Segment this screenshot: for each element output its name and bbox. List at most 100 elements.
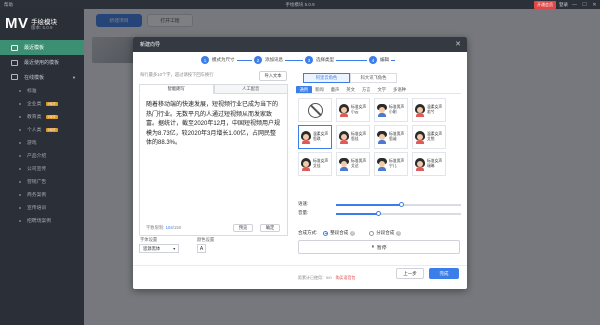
- avatar-icon: [339, 103, 349, 117]
- char-count-max: /150: [172, 225, 182, 230]
- prohibited-icon: [307, 102, 323, 118]
- sidebar-item-recent-used[interactable]: 最近使用的模板: [0, 55, 84, 70]
- mode-segment-label[interactable]: 分段合成: [376, 230, 394, 236]
- sub-item-label: 商务案例: [27, 193, 47, 198]
- voice-card[interactable]: 标准男声 艾达: [336, 152, 370, 176]
- tab-label: 阿里云角色: [315, 75, 338, 80]
- minimize-button[interactable]: —: [571, 2, 578, 8]
- voice-name: 标准男声 艾达: [351, 159, 367, 168]
- grid-icon: [11, 44, 18, 51]
- voice-name: 标准女声 小云: [351, 105, 367, 114]
- char-count-current: 104: [165, 225, 173, 230]
- mode-whole-label[interactable]: 整段合成: [330, 230, 348, 236]
- usage-text: 距累计已使用：0/0: [298, 275, 332, 280]
- divider: [296, 93, 461, 94]
- login-button[interactable]: 登录: [559, 2, 568, 8]
- buy-voice-link[interactable]: 购买语音包: [336, 275, 356, 281]
- sidebar-item-label: 最近模板: [24, 45, 45, 51]
- preview-label: 预览: [238, 225, 248, 230]
- voice-card[interactable]: 标准男声 思诚: [374, 125, 408, 149]
- close-window-button[interactable]: ✕: [591, 2, 598, 8]
- color-setting-label: 颜色设置: [197, 237, 215, 242]
- speed-slider[interactable]: 语速:: [298, 201, 461, 207]
- voice-card[interactable]: 标准女声 小云: [336, 98, 370, 122]
- maximize-button[interactable]: ☐: [581, 2, 588, 8]
- window-title: 手绘模块 5.0.9: [285, 1, 315, 7]
- volume-track[interactable]: [336, 211, 461, 216]
- char-count-label: 字数限制:: [146, 225, 165, 230]
- sidebar-sub-item[interactable]: 公司宣传: [0, 162, 84, 175]
- script-text[interactable]: 随着移动端的快速发展，短视频行业已成为当下的热门行业。无数平凡的人通过短视频从而…: [140, 94, 287, 156]
- sidebar-group-online[interactable]: 在线模板 ▼: [0, 70, 84, 84]
- tab-smart-read[interactable]: 智能朗写: [139, 84, 214, 94]
- voice-card[interactable]: 标准女声 艾佳: [298, 152, 332, 176]
- sub-item-label: 企业类: [27, 102, 42, 107]
- avatar-icon: [377, 130, 387, 144]
- voice-name: 温柔女声 思琪: [313, 132, 329, 141]
- tab-label: 人工配音: [242, 86, 260, 91]
- usage-note: 距累计已使用：0/0 购买语音包: [298, 275, 356, 281]
- tab-label: 智能朗写: [167, 86, 185, 91]
- sidebar-item-recent[interactable]: 最近模板: [0, 40, 84, 55]
- preview-button[interactable]: 预览: [233, 224, 253, 232]
- font-setting-label: 字体设置: [140, 237, 158, 242]
- text-mode-tabs: 智能朗写 人工配音: [139, 84, 288, 94]
- voice-card[interactable]: 标准男声 宁儿: [374, 152, 408, 176]
- no-voice-option[interactable]: [298, 98, 332, 122]
- prev-step-button[interactable]: 上一步: [396, 268, 424, 279]
- tab-human-voice[interactable]: 人工配音: [213, 84, 288, 94]
- sidebar-sub-item[interactable]: 标准: [0, 84, 84, 97]
- voice-card[interactable]: 标准女声 思佳: [336, 125, 370, 149]
- sidebar-sub-item[interactable]: 企业类 HOT: [0, 97, 84, 110]
- speed-track[interactable]: [336, 202, 461, 207]
- volume-handle[interactable]: [376, 211, 381, 216]
- voice-card[interactable]: 标准男声 小刚: [374, 98, 408, 122]
- hot-badge: HOT: [46, 127, 58, 132]
- voice-card[interactable]: 温柔女声 艾悦: [412, 125, 446, 149]
- sidebar-sub-item[interactable]: 宣传培训: [0, 201, 84, 214]
- script-textarea[interactable]: 随着移动端的快速发展，短视频行业已成为当下的热门行业。无数平凡的人通过短视频从而…: [139, 94, 288, 236]
- sidebar: MV 手绘模块 版本: 5.0.9 最近模板 最近使用的模板 在线模板 ▼ 标准…: [0, 9, 84, 325]
- confirm-button[interactable]: 确定: [260, 224, 280, 232]
- pause-button[interactable]: ⏸ 暂停: [298, 240, 460, 254]
- radio-whole[interactable]: [323, 230, 329, 236]
- volume-slider[interactable]: 音量:: [298, 210, 461, 216]
- step-4: 4 编辑: [367, 56, 391, 64]
- step-label: 选择类型: [316, 57, 334, 62]
- font-select[interactable]: 思源黑体 ▼: [139, 244, 179, 253]
- help-icon[interactable]: ?: [396, 230, 402, 236]
- step-1: 1 模式为尺寸: [199, 56, 237, 64]
- finish-button[interactable]: 完成: [429, 268, 459, 279]
- voice-card[interactable]: 温柔女声 若兮: [412, 98, 446, 122]
- close-icon[interactable]: ✕: [455, 40, 461, 48]
- sidebar-sub-item[interactable]: 产品介绍: [0, 149, 84, 162]
- radio-segment[interactable]: [369, 230, 375, 236]
- tab-label: 科大讯飞角色: [360, 75, 387, 80]
- sub-item-label: 个人类: [27, 128, 42, 133]
- hot-badge: HOT: [46, 101, 58, 106]
- sidebar-sub-item[interactable]: 个人类 HOT: [0, 123, 84, 136]
- avatar-icon: [377, 157, 387, 171]
- input-hint: 每行最多10个字，超过请按下回车换行: [140, 72, 214, 77]
- sidebar-sub-item[interactable]: 教育类 HOT: [0, 110, 84, 123]
- sidebar-sub-item[interactable]: 招聘场案例: [0, 214, 84, 227]
- vip-button[interactable]: 开通会员: [534, 0, 556, 9]
- voice-card[interactable]: 温柔女声 思琪: [298, 125, 332, 149]
- voice-name: 温柔女声 若兮: [427, 105, 443, 114]
- voice-card[interactable]: 标准女声 瑞琳: [412, 152, 446, 176]
- step-label: 编辑: [380, 57, 389, 62]
- sidebar-sub-item[interactable]: 营销广告: [0, 175, 84, 188]
- tab-iflytek-voices[interactable]: 科大讯飞角色: [350, 73, 397, 83]
- import-text-button[interactable]: 导入文本: [259, 71, 287, 81]
- sub-item-label: 宣传培训: [27, 206, 47, 211]
- color-picker[interactable]: A: [197, 244, 206, 253]
- speed-handle[interactable]: [398, 202, 404, 207]
- tab-aliyun-voices[interactable]: 阿里云角色: [303, 73, 350, 83]
- voice-name: 标准男声 宁儿: [389, 159, 405, 168]
- sidebar-sub-item[interactable]: 商务案例: [0, 188, 84, 201]
- sidebar-sub-item[interactable]: 游戏: [0, 136, 84, 149]
- help-icon[interactable]: ?: [350, 230, 356, 236]
- mode-label: 合成方式:: [298, 230, 318, 235]
- chevron-down-icon: ▼: [172, 246, 176, 251]
- hot-badge: HOT: [46, 114, 58, 119]
